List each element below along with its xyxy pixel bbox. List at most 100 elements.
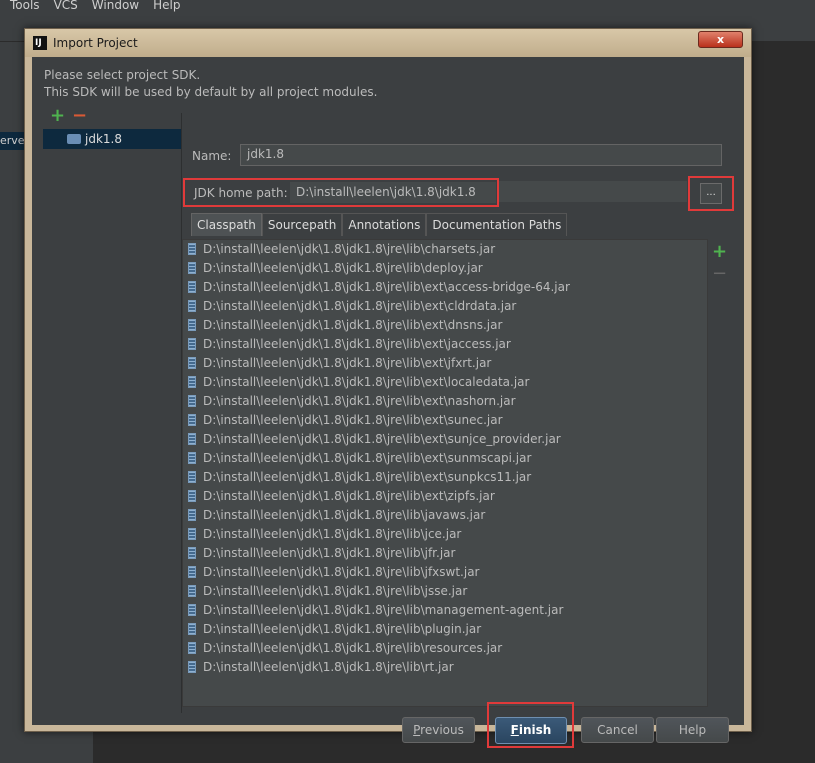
classpath-row[interactable]: D:\install\leelen\jdk\1.8\jdk1.8\jre\lib… xyxy=(183,506,707,525)
jar-file-icon xyxy=(188,490,196,502)
jar-file-icon xyxy=(188,414,196,426)
jar-file-icon xyxy=(188,528,196,540)
finish-highlight: Finish xyxy=(487,702,574,748)
classpath-entry: D:\install\leelen\jdk\1.8\jdk1.8\jre\lib… xyxy=(203,356,492,370)
classpath-entry: D:\install\leelen\jdk\1.8\jdk1.8\jre\lib… xyxy=(203,641,503,655)
classpath-entry: D:\install\leelen\jdk\1.8\jdk1.8\jre\lib… xyxy=(203,375,530,389)
classpath-row[interactable]: D:\install\leelen\jdk\1.8\jdk1.8\jre\lib… xyxy=(183,658,707,677)
classpath-entry: D:\install\leelen\jdk\1.8\jdk1.8\jre\lib… xyxy=(203,394,516,408)
help-button[interactable]: Help xyxy=(656,717,729,743)
jar-file-icon xyxy=(188,585,196,597)
classpath-row[interactable]: D:\install\leelen\jdk\1.8\jdk1.8\jre\lib… xyxy=(183,639,707,658)
classpath-entry: D:\install\leelen\jdk\1.8\jdk1.8\jre\lib… xyxy=(203,660,454,674)
name-input[interactable]: jdk1.8 xyxy=(240,144,722,166)
sdk-list-item[interactable]: jdk1.8 xyxy=(43,129,181,149)
close-icon: x xyxy=(716,33,725,46)
classpath-row[interactable]: D:\install\leelen\jdk\1.8\jdk1.8\jre\lib… xyxy=(183,487,707,506)
jar-file-icon xyxy=(188,661,196,673)
classpath-entry: D:\install\leelen\jdk\1.8\jdk1.8\jre\lib… xyxy=(203,242,496,256)
classpath-entry: D:\install\leelen\jdk\1.8\jdk1.8\jre\lib… xyxy=(203,470,532,484)
jdk-folder-icon xyxy=(67,134,81,144)
classpath-entry: D:\install\leelen\jdk\1.8\jdk1.8\jre\lib… xyxy=(203,489,495,503)
add-sdk-icon[interactable]: + xyxy=(50,107,65,125)
dialog-body: Please select project SDK. This SDK will… xyxy=(32,57,744,748)
classpath-row[interactable]: D:\install\leelen\jdk\1.8\jdk1.8\jre\lib… xyxy=(183,335,707,354)
classpath-entry: D:\install\leelen\jdk\1.8\jdk1.8\jre\lib… xyxy=(203,413,503,427)
browse-button[interactable]: ... xyxy=(700,183,722,204)
classpath-entry: D:\install\leelen\jdk\1.8\jdk1.8\jre\lib… xyxy=(203,603,564,617)
classpath-entry: D:\install\leelen\jdk\1.8\jdk1.8\jre\lib… xyxy=(203,451,532,465)
dialog-titlebar[interactable]: IJ Import Project x xyxy=(25,29,751,57)
jdk-home-input-extension[interactable] xyxy=(499,181,687,202)
classpath-row[interactable]: D:\install\leelen\jdk\1.8\jdk1.8\jre\lib… xyxy=(183,430,707,449)
jar-file-icon xyxy=(188,338,196,350)
classpath-entry: D:\install\leelen\jdk\1.8\jdk1.8\jre\lib… xyxy=(203,565,480,579)
tab-annotations[interactable]: Annotations xyxy=(342,213,427,236)
classpath-row[interactable]: D:\install\leelen\jdk\1.8\jdk1.8\jre\lib… xyxy=(183,278,707,297)
classpath-row[interactable]: D:\install\leelen\jdk\1.8\jdk1.8\jre\lib… xyxy=(183,468,707,487)
dialog-title: Import Project xyxy=(53,36,138,50)
jar-file-icon xyxy=(188,376,196,388)
classpath-entry: D:\install\leelen\jdk\1.8\jdk1.8\jre\lib… xyxy=(203,508,486,522)
classpath-entry: D:\install\leelen\jdk\1.8\jdk1.8\jre\lib… xyxy=(203,318,503,332)
classpath-toolbar: + − xyxy=(712,243,727,283)
menu-tools[interactable]: Tools xyxy=(10,0,40,14)
classpath-row[interactable]: D:\install\leelen\jdk\1.8\jdk1.8\jre\lib… xyxy=(183,259,707,278)
menu-help[interactable]: Help xyxy=(153,0,180,14)
classpath-row[interactable]: D:\install\leelen\jdk\1.8\jdk1.8\jre\lib… xyxy=(183,411,707,430)
classpath-entry: D:\install\leelen\jdk\1.8\jdk1.8\jre\lib… xyxy=(203,299,517,313)
classpath-entry: D:\install\leelen\jdk\1.8\jdk1.8\jre\lib… xyxy=(203,337,511,351)
cancel-button[interactable]: Cancel xyxy=(581,717,654,743)
classpath-entry: D:\install\leelen\jdk\1.8\jdk1.8\jre\lib… xyxy=(203,622,482,636)
classpath-row[interactable]: D:\install\leelen\jdk\1.8\jdk1.8\jre\lib… xyxy=(183,297,707,316)
tab-sourcepath[interactable]: Sourcepath xyxy=(261,213,343,236)
jar-file-icon xyxy=(188,509,196,521)
classpath-row[interactable]: D:\install\leelen\jdk\1.8\jdk1.8\jre\lib… xyxy=(183,601,707,620)
menu-vcs[interactable]: VCS xyxy=(54,0,78,14)
jar-file-icon xyxy=(188,357,196,369)
intro-line-2: This SDK will be used by default by all … xyxy=(44,85,378,99)
classpath-row[interactable]: D:\install\leelen\jdk\1.8\jdk1.8\jre\lib… xyxy=(183,449,707,468)
classpath-row[interactable]: D:\install\leelen\jdk\1.8\jdk1.8\jre\lib… xyxy=(183,392,707,411)
jar-file-icon xyxy=(188,547,196,559)
classpath-entry: D:\install\leelen\jdk\1.8\jdk1.8\jre\lib… xyxy=(203,546,456,560)
classpath-entry: D:\install\leelen\jdk\1.8\jdk1.8\jre\lib… xyxy=(203,280,570,294)
classpath-row[interactable]: D:\install\leelen\jdk\1.8\jdk1.8\jre\lib… xyxy=(183,354,707,373)
close-button[interactable]: x xyxy=(698,31,743,48)
jar-file-icon xyxy=(188,281,196,293)
classpath-row[interactable]: D:\install\leelen\jdk\1.8\jdk1.8\jre\lib… xyxy=(183,316,707,335)
jar-file-icon xyxy=(188,300,196,312)
menu-window[interactable]: Window xyxy=(92,0,139,14)
jar-file-icon xyxy=(188,471,196,483)
classpath-row[interactable]: D:\install\leelen\jdk\1.8\jdk1.8\jre\lib… xyxy=(183,563,707,582)
add-path-icon[interactable]: + xyxy=(712,243,727,261)
import-project-dialog: IJ Import Project x Please select projec… xyxy=(24,28,752,748)
jar-file-icon xyxy=(188,319,196,331)
classpath-row[interactable]: D:\install\leelen\jdk\1.8\jdk1.8\jre\lib… xyxy=(183,582,707,601)
ide-menubar: Tools VCS Window Help xyxy=(0,0,815,14)
classpath-entry: D:\install\leelen\jdk\1.8\jdk1.8\jre\lib… xyxy=(203,432,561,446)
finish-button[interactable]: Finish xyxy=(495,717,567,744)
classpath-list[interactable]: D:\install\leelen\jdk\1.8\jdk1.8\jre\lib… xyxy=(182,239,708,707)
tab-documentation-paths[interactable]: Documentation Paths xyxy=(426,213,568,236)
jar-file-icon xyxy=(188,433,196,445)
jar-file-icon xyxy=(188,566,196,578)
classpath-row[interactable]: D:\install\leelen\jdk\1.8\jdk1.8\jre\lib… xyxy=(183,544,707,563)
classpath-row[interactable]: D:\install\leelen\jdk\1.8\jdk1.8\jre\lib… xyxy=(183,525,707,544)
jdk-home-label: JDK home path: xyxy=(194,186,288,200)
sdk-item-label: jdk1.8 xyxy=(85,132,122,146)
jar-file-icon xyxy=(188,623,196,635)
jar-file-icon xyxy=(188,452,196,464)
jdk-home-input[interactable]: D:\install\leelen\jdk\1.8\jdk1.8 xyxy=(290,182,496,203)
classpath-row[interactable]: D:\install\leelen\jdk\1.8\jdk1.8\jre\lib… xyxy=(183,373,707,392)
jar-file-icon xyxy=(188,642,196,654)
classpath-entry: D:\install\leelen\jdk\1.8\jdk1.8\jre\lib… xyxy=(203,527,462,541)
remove-path-icon[interactable]: − xyxy=(712,265,727,283)
remove-sdk-icon[interactable]: − xyxy=(72,107,87,125)
classpath-row[interactable]: D:\install\leelen\jdk\1.8\jdk1.8\jre\lib… xyxy=(183,620,707,639)
tab-classpath[interactable]: Classpath xyxy=(191,213,262,236)
classpath-row[interactable]: D:\install\leelen\jdk\1.8\jdk1.8\jre\lib… xyxy=(183,240,707,259)
previous-button[interactable]: Previous xyxy=(402,717,475,743)
classpath-entry: D:\install\leelen\jdk\1.8\jdk1.8\jre\lib… xyxy=(203,584,468,598)
jdk-home-highlight: JDK home path: D:\install\leelen\jdk\1.8… xyxy=(183,178,499,207)
